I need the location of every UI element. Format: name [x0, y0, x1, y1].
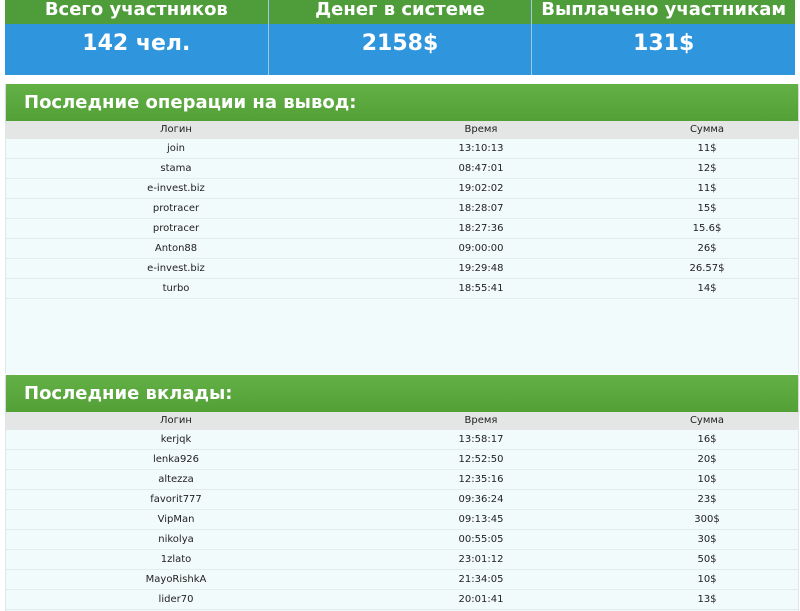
row-login: nikolya: [158, 534, 194, 545]
stat-total-participants: Всего участников 142 чел.: [5, 0, 268, 75]
row-login: turbo: [162, 283, 190, 294]
row-amount: 26.57$: [689, 263, 725, 274]
column-time: Время: [464, 415, 498, 426]
column-login: Логин: [160, 415, 192, 426]
row-time: 00:55:05: [458, 534, 504, 545]
table-row: stama 08:47:01 12$: [6, 159, 798, 179]
row-time: 09:00:00: [458, 243, 504, 254]
row-amount: 30$: [697, 534, 717, 545]
row-amount: 300$: [694, 514, 720, 525]
row-login: lenka926: [152, 454, 200, 465]
row-amount: 10$: [697, 474, 717, 485]
table-row: VipMan 09:13:45 300$: [6, 510, 798, 530]
row-time: 09:13:45: [458, 514, 504, 525]
row-amount: 12$: [697, 163, 717, 174]
row-amount: 15.6$: [692, 223, 722, 234]
row-time: 21:34:05: [458, 574, 504, 585]
row-login: join: [166, 143, 185, 154]
row-login: protracer: [152, 223, 200, 234]
deposits-header: Логин Время Сумма: [6, 412, 798, 430]
row-login: favorit777: [150, 494, 202, 505]
row-time: 19:02:02: [458, 183, 504, 194]
row-amount: 13$: [697, 594, 717, 605]
row-time: 09:36:24: [458, 494, 504, 505]
withdrawals-table-body: join 13:10:13 11$ stama 08:47:01 12$ e-invest.…: [6, 139, 798, 299]
stats-bar: Всего участников 142 чел. Денег в систем…: [5, 0, 796, 75]
row-amount: 26$: [697, 243, 717, 254]
table-row: 1zlato 23:01:12 50$: [6, 550, 798, 570]
row-time: 13:58:17: [458, 434, 504, 445]
row-time: 18:27:36: [458, 223, 504, 234]
row-amount: 20$: [697, 454, 717, 465]
stat-label: Выплачено участникам: [532, 0, 796, 24]
table-row: protracer 18:28:07 15$: [6, 199, 798, 219]
row-amount: 16$: [697, 434, 717, 445]
row-amount: 11$: [697, 143, 717, 154]
row-time: 08:47:01: [458, 163, 504, 174]
table-row: e-invest.biz 19:29:48 26.57$: [6, 259, 798, 279]
stat-label: Денег в системе: [268, 0, 532, 24]
row-login: protracer: [152, 203, 200, 214]
row-login: e-invest.biz: [147, 263, 205, 274]
table-row: lider70 20:01:41 13$: [6, 590, 798, 610]
row-time: 23:01:12: [458, 554, 504, 565]
row-time: 18:55:41: [458, 283, 504, 294]
column-login: Логин: [160, 124, 192, 135]
row-time: 13:10:13: [458, 143, 504, 154]
row-amount: 50$: [697, 554, 717, 565]
row-time: 20:01:41: [458, 594, 504, 605]
row-login: Anton88: [154, 243, 198, 254]
row-login: MayoRishkA: [145, 574, 207, 585]
table-row: Anton88 09:00:00 26$: [6, 239, 798, 259]
column-amount: Сумма: [689, 124, 725, 135]
column-amount: Сумма: [689, 415, 725, 426]
stat-value: 2158$: [268, 24, 532, 75]
row-amount: 15$: [697, 203, 717, 214]
row-amount: 11$: [697, 183, 717, 194]
row-amount: 23$: [697, 494, 717, 505]
row-amount: 10$: [697, 574, 717, 585]
column-time: Время: [464, 124, 498, 135]
row-login: e-invest.biz: [147, 183, 205, 194]
table-row: e-invest.biz 19:02:02 11$: [6, 179, 798, 199]
table-row: join 13:10:13 11$: [6, 139, 798, 159]
stat-value: 131$: [532, 24, 796, 75]
row-login: kerjqk: [160, 434, 192, 445]
stat-paid-out: Выплачено участникам 131$: [531, 0, 796, 75]
row-time: 19:29:48: [458, 263, 504, 274]
stat-value: 142 чел.: [5, 24, 268, 75]
row-login: stama: [160, 163, 192, 174]
table-row: altezza 12:35:16 10$: [6, 470, 798, 490]
row-amount: 14$: [697, 283, 717, 294]
table-row: protracer 18:27:36 15.6$: [6, 219, 798, 239]
row-login: altezza: [158, 474, 194, 485]
deposits-panel: Последние вклады: Логин Время Сумма kerj…: [5, 375, 799, 611]
table-row: favorit777 09:36:24 23$: [6, 490, 798, 510]
table-row: nikolya 00:55:05 30$: [6, 530, 798, 550]
row-login: lider70: [158, 594, 194, 605]
withdrawals-header: Логин Время Сумма: [6, 121, 798, 139]
table-row: lenka926 12:52:50 20$: [6, 450, 798, 470]
row-time: 12:35:16: [458, 474, 504, 485]
deposits-table-body: kerjqk 13:58:17 16$ lenka926 12:52:50 20$ alte…: [6, 430, 798, 610]
table-row: MayoRishkA 21:34:05 10$: [6, 570, 798, 590]
row-time: 18:28:07: [458, 203, 504, 214]
row-login: 1zlato: [160, 554, 192, 565]
stat-label: Всего участников: [5, 0, 268, 24]
row-time: 12:52:50: [458, 454, 504, 465]
row-login: VipMan: [157, 514, 195, 525]
deposits-title: Последние вклады:: [6, 375, 798, 412]
stat-money-in-system: Денег в системе 2158$: [267, 0, 532, 75]
table-row: kerjqk 13:58:17 16$: [6, 430, 798, 450]
withdrawals-panel: Последние операции на вывод: Логин Время…: [5, 84, 799, 374]
table-row: turbo 18:55:41 14$: [6, 279, 798, 299]
withdrawals-title: Последние операции на вывод:: [6, 84, 798, 121]
